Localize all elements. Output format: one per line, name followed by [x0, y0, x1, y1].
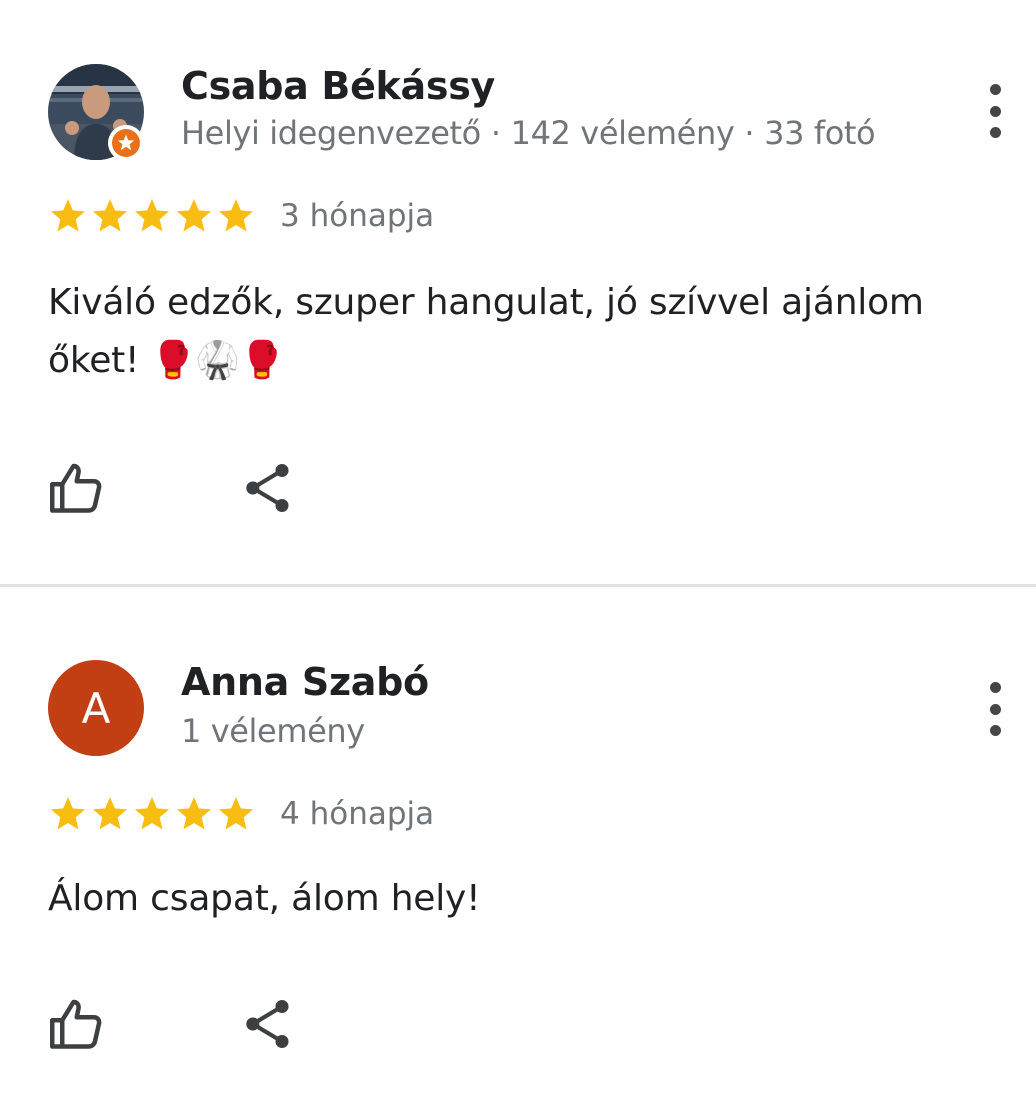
- author-meta: 1 vélemény: [181, 712, 365, 750]
- star-icon: [93, 199, 127, 232]
- like-button[interactable]: [44, 992, 108, 1056]
- more-vert-icon: [989, 84, 1001, 95]
- star-icon: [135, 797, 169, 830]
- thumbs-up-icon: [50, 463, 102, 513]
- review-actions: [48, 458, 300, 518]
- review-count: 142 vélemény: [510, 114, 735, 152]
- more-options-button[interactable]: [978, 84, 1012, 138]
- rating-row: 4 hónapja: [48, 794, 434, 834]
- star-icon: [51, 797, 85, 830]
- rating-row: 3 hónapja: [48, 196, 434, 236]
- review-card: Csaba Békássy Helyi idegenvezető · 142 vél…: [0, 0, 1036, 585]
- more-vert-icon: [989, 682, 1001, 693]
- review-date: 4 hónapja: [280, 796, 435, 832]
- author-name[interactable]: Csaba Békássy: [181, 64, 495, 108]
- more-options-button[interactable]: [978, 682, 1012, 736]
- review-text: Kiváló edzők, szuper hangulat, jó szívve…: [48, 282, 924, 381]
- share-button[interactable]: [236, 456, 300, 520]
- share-button[interactable]: [236, 992, 300, 1056]
- like-button[interactable]: [44, 456, 108, 520]
- review-actions: [48, 994, 300, 1054]
- star-icon: [135, 199, 169, 232]
- more-vert-dot: [989, 127, 1001, 138]
- review-date: 3 hónapja: [280, 198, 435, 234]
- review-card: A Anna Szabó 1 vélemény 4 hónapja Álom c…: [0, 588, 1036, 1120]
- star-icon: [177, 797, 211, 830]
- local-guide-label: Helyi idegenvezető: [181, 114, 481, 152]
- meta-separator: ·: [744, 114, 755, 152]
- meta-separator: ·: [490, 114, 501, 152]
- local-guide-badge: [108, 125, 144, 161]
- avatar-letter: A: [81, 683, 111, 733]
- divider: [0, 584, 1036, 587]
- author-meta: Helyi idegenvezető · 142 vélemény · 33 fotó: [181, 114, 876, 152]
- star-icon: [177, 199, 211, 232]
- star-icon: [51, 199, 85, 232]
- star-icon: [219, 797, 253, 830]
- local-guide-star-icon: [112, 129, 140, 157]
- more-vert-dot: [989, 703, 1001, 715]
- star-rating: [48, 196, 256, 236]
- avatar[interactable]: A: [48, 660, 144, 756]
- star-rating: [48, 794, 256, 834]
- thumbs-up-icon: [50, 999, 102, 1049]
- star-icon: [219, 199, 253, 232]
- more-vert-dot: [989, 105, 1001, 117]
- photo-count: 33 fotó: [764, 114, 876, 152]
- author-name[interactable]: Anna Szabó: [181, 660, 429, 704]
- star-icon: [93, 797, 127, 830]
- review-count: 1 vélemény: [181, 712, 365, 750]
- review-text: Álom csapat, álom hely!: [48, 878, 481, 919]
- share-icon: [246, 999, 289, 1049]
- more-vert-dot: [989, 725, 1001, 736]
- share-icon: [246, 463, 289, 513]
